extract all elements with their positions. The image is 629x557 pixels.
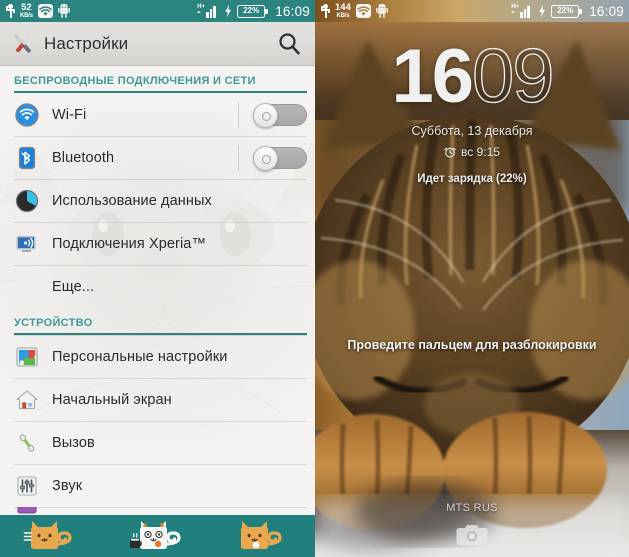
status-bar-left: 52 KB/s H+ ▪▪ 22% 16:09 — [0, 0, 315, 22]
settings-row-call[interactable]: Вызов — [0, 421, 315, 464]
clock-hours: 16 — [391, 34, 474, 119]
status-bar-right: 144 KB/s H+ ▪▪ 22% 16:09 — [315, 0, 629, 22]
status-bar-left-icons: 52 KB/s — [6, 3, 70, 19]
network-type-label: H+ ▪▪ — [197, 3, 206, 16]
settings-body: Настройки БЕСПРОВОДНЫЕ ПОДКЛЮЧЕНИЯ И СЕТ… — [0, 22, 315, 515]
lockscreen-overlay: 1609 Суббота, 13 декабря вс 9:15 Идет за… — [315, 0, 629, 557]
battery-percent-label: 22% — [243, 6, 260, 15]
signal-bars-icon: H+ ▪▪ — [197, 4, 219, 18]
wifi-toggle[interactable] — [253, 102, 307, 128]
signal-bars-icon: H+ ▪▪ — [511, 4, 533, 18]
personalization-icon — [14, 344, 40, 370]
cat-coffee-home-icon[interactable] — [121, 519, 195, 553]
home-screen-icon — [14, 387, 40, 413]
status-bar-right-icons: H+ ▪▪ 22% 16:09 — [197, 3, 310, 19]
settings-row-label: Еще... — [52, 278, 95, 295]
status-bar-clock: 16:09 — [589, 3, 624, 19]
settings-screen: 52 KB/s H+ ▪▪ 22% 16:09 Настройки БЕСПРО… — [0, 0, 315, 557]
lock-screen: 144 KB/s H+ ▪▪ 22% 16:09 1609 Суббота, 1… — [315, 0, 629, 557]
settings-row-label: Использование данных — [52, 192, 212, 209]
clock-minutes: 09 — [471, 34, 555, 119]
settings-row-label: Подключения Xperia™ — [52, 235, 207, 252]
lockscreen-alarm: вс 9:15 — [315, 145, 629, 159]
android-robot-icon — [57, 3, 70, 18]
wifi-icon — [37, 4, 53, 18]
status-bar-left-icons: 144 KB/s — [321, 3, 388, 19]
section-header-device: УСТРОЙСТВО — [14, 317, 93, 329]
settings-titlebar: Настройки — [0, 22, 315, 66]
alarm-time-label: вс 9:15 — [461, 145, 500, 159]
search-icon[interactable] — [275, 30, 303, 58]
network-type-label: H+ ▪▪ — [511, 3, 520, 16]
page-title: Настройки — [44, 33, 129, 53]
xperia-connect-icon — [14, 231, 40, 257]
navigation-bar — [0, 515, 315, 557]
status-bar-clock: 16:09 — [275, 3, 310, 19]
camera-icon[interactable] — [455, 521, 489, 549]
battery-percent-label: 22% — [557, 6, 574, 15]
battery-indicator: 22% — [237, 4, 268, 18]
call-icon — [14, 430, 40, 456]
settings-row-label: Персональные настройки — [52, 348, 228, 365]
data-rate-value: 144 — [335, 2, 351, 14]
settings-list[interactable]: БЕСПРОВОДНЫЕ ПОДКЛЮЧЕНИЯ И СЕТИ Wi-Fi Bl… — [0, 66, 315, 515]
unlock-hint-label[interactable]: Проведите пальцем для разблокировки — [315, 338, 629, 352]
status-bar-right-icons: H+ ▪▪ 22% 16:09 — [511, 3, 624, 19]
usb-icon — [321, 4, 330, 18]
settings-row-partial-next[interactable] — [0, 507, 315, 515]
settings-row-more[interactable]: Еще... — [0, 265, 315, 308]
bluetooth-row-control — [238, 136, 307, 179]
data-usage-icon — [14, 188, 40, 214]
settings-tools-icon — [10, 31, 36, 57]
settings-row-sound[interactable]: Звук — [0, 464, 315, 507]
settings-row-label: Bluetooth — [52, 149, 115, 166]
data-rate-indicator: 52 KB/s — [20, 3, 33, 19]
charging-bolt-icon — [539, 4, 546, 18]
carrier-label: MTS RUS — [446, 502, 498, 514]
lockscreen-clock: 1609 — [315, 37, 629, 116]
section-header-wireless: БЕСПРОВОДНЫЕ ПОДКЛЮЧЕНИЯ И СЕТИ — [14, 75, 256, 87]
settings-row-wifi[interactable]: Wi-Fi — [0, 93, 315, 136]
toggle-knob — [253, 102, 278, 128]
battery-indicator: 22% — [551, 4, 582, 18]
usb-icon — [6, 4, 15, 18]
coffee-cup — [129, 533, 142, 548]
partial-icon — [14, 507, 40, 515]
sound-sliders-icon — [14, 473, 40, 499]
charging-status-label: Идет зарядка (22%) — [417, 173, 527, 185]
alarm-clock-icon — [444, 146, 456, 158]
settings-row-label: Начальный экран — [52, 391, 172, 408]
lockscreen-date: Суббота, 13 декабря — [411, 124, 533, 138]
cat-recents-icon[interactable] — [226, 519, 300, 553]
data-rate-value: 52 — [21, 2, 32, 14]
settings-row-personalization[interactable]: Персональные настройки — [0, 335, 315, 378]
settings-row-label: Вызов — [52, 434, 95, 451]
settings-row-bluetooth[interactable]: Bluetooth — [0, 136, 315, 179]
wifi-icon — [14, 102, 40, 128]
data-rate-unit: KB/s — [336, 12, 350, 19]
settings-row-data-usage[interactable]: Использование данных — [0, 179, 315, 222]
charging-bolt-icon — [225, 4, 232, 18]
data-rate-indicator: 144 KB/s — [335, 3, 351, 19]
control-divider — [238, 101, 239, 128]
settings-row-home-screen[interactable]: Начальный экран — [0, 378, 315, 421]
wifi-icon — [355, 4, 371, 18]
data-rate-unit: KB/s — [20, 12, 33, 19]
wifi-row-control — [238, 93, 307, 136]
cat-back-icon[interactable] — [16, 519, 90, 553]
control-divider — [238, 144, 239, 171]
settings-row-label: Wi-Fi — [52, 106, 87, 123]
settings-row-label: Звук — [52, 477, 83, 494]
bluetooth-toggle[interactable] — [253, 145, 307, 171]
settings-row-xperia-connectivity[interactable]: Подключения Xperia™ — [0, 222, 315, 265]
android-robot-icon — [375, 3, 388, 18]
bluetooth-icon — [14, 145, 40, 171]
dual-screenshot: 52 KB/s H+ ▪▪ 22% 16:09 Настройки БЕСПРО… — [0, 0, 629, 557]
toggle-knob — [253, 145, 278, 171]
